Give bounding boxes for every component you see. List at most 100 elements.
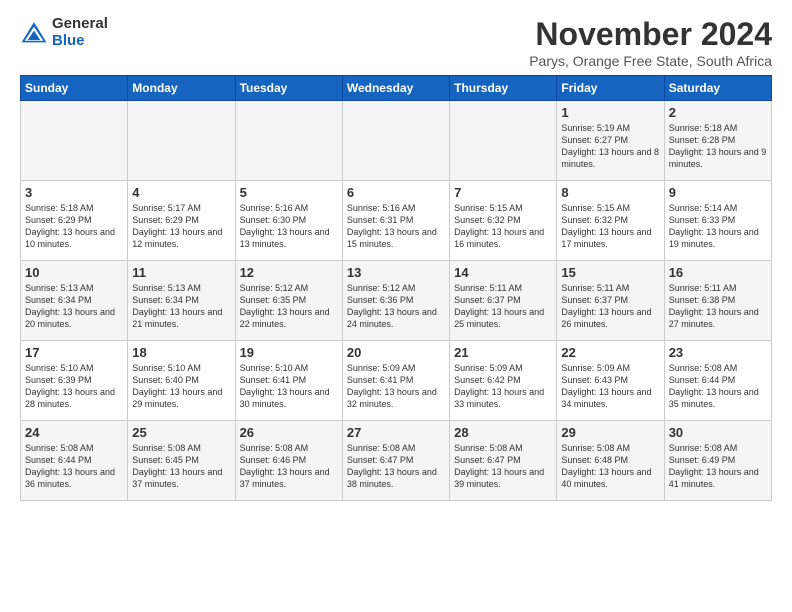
calendar-cell: 4 Sunrise: 5:17 AMSunset: 6:29 PMDaylight…	[128, 181, 235, 261]
day-info: Sunrise: 5:15 AMSunset: 6:32 PMDaylight:…	[561, 202, 659, 251]
calendar-week-row: 17 Sunrise: 5:10 AMSunset: 6:39 PMDayligh…	[21, 341, 772, 421]
day-info: Sunrise: 5:17 AMSunset: 6:29 PMDaylight:…	[132, 202, 230, 251]
day-info: Sunrise: 5:09 AMSunset: 6:42 PMDaylight:…	[454, 362, 552, 411]
day-number: 2	[669, 105, 767, 120]
calendar-cell: 14Sunrise: 5:11 AMSunset: 6:37 PMDayligh…	[450, 261, 557, 341]
calendar-week-row: 3Sunrise: 5:18 AMSunset: 6:29 PMDaylight…	[21, 181, 772, 261]
day-number: 6	[347, 185, 445, 200]
day-number: 7	[454, 185, 552, 200]
day-number: 19	[240, 345, 338, 360]
day-number: 9	[669, 185, 767, 200]
header-wednesday: Wednesday	[342, 76, 449, 101]
day-info: Sunrise: 5:12 AMSunset: 6:35 PMDaylight:…	[240, 282, 338, 331]
page: General Blue November 2024 Parys, Orange…	[0, 0, 792, 517]
day-number: 23	[669, 345, 767, 360]
logo-text: General Blue	[52, 16, 108, 49]
day-info: Sunrise: 5:08 AMSunset: 6:44 PMDaylight:…	[669, 362, 767, 411]
calendar-cell: 1Sunrise: 5:19 AMSunset: 6:27 PMDaylight…	[557, 101, 664, 181]
weekday-header-row: Sunday Monday Tuesday Wednesday Thursday…	[21, 76, 772, 101]
logo-general-text: General	[52, 16, 108, 33]
day-info: Sunrise: 5:09 AMSunset: 6:41 PMDaylight:…	[347, 362, 445, 411]
day-number: 21	[454, 345, 552, 360]
day-number: 27	[347, 425, 445, 440]
day-number: 13	[347, 265, 445, 280]
day-number: 8	[561, 185, 659, 200]
day-info: Sunrise: 5:13 AMSunset: 6:34 PMDaylight:…	[25, 282, 123, 331]
calendar-cell: 23 Sunrise: 5:08 AMSunset: 6:44 PMDayligh…	[664, 341, 771, 421]
day-info: Sunrise: 5:08 AMSunset: 6:44 PMDaylight:…	[25, 442, 123, 491]
calendar-cell: 9 Sunrise: 5:14 AMSunset: 6:33 PMDaylight…	[664, 181, 771, 261]
day-number: 26	[240, 425, 338, 440]
day-info: Sunrise: 5:18 AMSunset: 6:28 PMDaylight:…	[669, 122, 767, 171]
calendar-cell	[450, 101, 557, 181]
calendar-cell: 2 Sunrise: 5:18 AMSunset: 6:28 PMDaylight…	[664, 101, 771, 181]
day-info: Sunrise: 5:14 AMSunset: 6:33 PMDaylight:…	[669, 202, 767, 251]
calendar-cell: 12 Sunrise: 5:12 AMSunset: 6:35 PMDayligh…	[235, 261, 342, 341]
day-number: 12	[240, 265, 338, 280]
day-number: 10	[25, 265, 123, 280]
day-info: Sunrise: 5:11 AMSunset: 6:37 PMDaylight:…	[454, 282, 552, 331]
day-info: Sunrise: 5:15 AMSunset: 6:32 PMDaylight:…	[454, 202, 552, 251]
main-title: November 2024	[529, 16, 772, 53]
day-info: Sunrise: 5:16 AMSunset: 6:30 PMDaylight:…	[240, 202, 338, 251]
calendar-cell: 11 Sunrise: 5:13 AMSunset: 6:34 PMDayligh…	[128, 261, 235, 341]
calendar-cell: 29 Sunrise: 5:08 AMSunset: 6:48 PMDayligh…	[557, 421, 664, 501]
header-saturday: Saturday	[664, 76, 771, 101]
calendar-cell: 25Sunrise: 5:08 AMSunset: 6:45 PMDayligh…	[128, 421, 235, 501]
day-info: Sunrise: 5:12 AMSunset: 6:36 PMDaylight:…	[347, 282, 445, 331]
day-info: Sunrise: 5:18 AMSunset: 6:29 PMDaylight:…	[25, 202, 123, 251]
day-number: 18	[132, 345, 230, 360]
calendar-cell: 6Sunrise: 5:16 AMSunset: 6:31 PMDaylight…	[342, 181, 449, 261]
day-number: 15	[561, 265, 659, 280]
header-sunday: Sunday	[21, 76, 128, 101]
day-number: 16	[669, 265, 767, 280]
calendar-week-row: 10 Sunrise: 5:13 AMSunset: 6:34 PMDayligh…	[21, 261, 772, 341]
calendar-cell: 19 Sunrise: 5:10 AMSunset: 6:41 PMDayligh…	[235, 341, 342, 421]
calendar-week-row: 1Sunrise: 5:19 AMSunset: 6:27 PMDaylight…	[21, 101, 772, 181]
header: General Blue November 2024 Parys, Orange…	[20, 16, 772, 69]
calendar-cell	[342, 101, 449, 181]
day-number: 17	[25, 345, 123, 360]
calendar-cell: 3Sunrise: 5:18 AMSunset: 6:29 PMDaylight…	[21, 181, 128, 261]
calendar-cell: 27 Sunrise: 5:08 AMSunset: 6:47 PMDayligh…	[342, 421, 449, 501]
day-info: Sunrise: 5:08 AMSunset: 6:49 PMDaylight:…	[669, 442, 767, 491]
day-number: 20	[347, 345, 445, 360]
calendar-cell	[128, 101, 235, 181]
calendar-cell	[21, 101, 128, 181]
logo-blue-text: Blue	[52, 33, 108, 50]
calendar-cell: 13 Sunrise: 5:12 AMSunset: 6:36 PMDayligh…	[342, 261, 449, 341]
day-number: 5	[240, 185, 338, 200]
calendar-cell: 15Sunrise: 5:11 AMSunset: 6:37 PMDayligh…	[557, 261, 664, 341]
calendar-cell: 21 Sunrise: 5:09 AMSunset: 6:42 PMDayligh…	[450, 341, 557, 421]
calendar-table: Sunday Monday Tuesday Wednesday Thursday…	[20, 75, 772, 501]
day-info: Sunrise: 5:13 AMSunset: 6:34 PMDaylight:…	[132, 282, 230, 331]
title-block: November 2024 Parys, Orange Free State, …	[529, 16, 772, 69]
header-friday: Friday	[557, 76, 664, 101]
day-number: 28	[454, 425, 552, 440]
day-number: 29	[561, 425, 659, 440]
day-info: Sunrise: 5:09 AMSunset: 6:43 PMDaylight:…	[561, 362, 659, 411]
day-number: 22	[561, 345, 659, 360]
day-info: Sunrise: 5:08 AMSunset: 6:47 PMDaylight:…	[454, 442, 552, 491]
day-number: 1	[561, 105, 659, 120]
calendar-cell	[235, 101, 342, 181]
header-thursday: Thursday	[450, 76, 557, 101]
calendar-cell: 18Sunrise: 5:10 AMSunset: 6:40 PMDayligh…	[128, 341, 235, 421]
day-info: Sunrise: 5:11 AMSunset: 6:38 PMDaylight:…	[669, 282, 767, 331]
day-number: 11	[132, 265, 230, 280]
day-info: Sunrise: 5:10 AMSunset: 6:39 PMDaylight:…	[25, 362, 123, 411]
day-number: 24	[25, 425, 123, 440]
header-monday: Monday	[128, 76, 235, 101]
calendar-cell: 28 Sunrise: 5:08 AMSunset: 6:47 PMDayligh…	[450, 421, 557, 501]
calendar-cell: 30 Sunrise: 5:08 AMSunset: 6:49 PMDayligh…	[664, 421, 771, 501]
header-tuesday: Tuesday	[235, 76, 342, 101]
day-number: 4	[132, 185, 230, 200]
calendar-week-row: 24 Sunrise: 5:08 AMSunset: 6:44 PMDayligh…	[21, 421, 772, 501]
day-info: Sunrise: 5:10 AMSunset: 6:41 PMDaylight:…	[240, 362, 338, 411]
calendar-cell: 24 Sunrise: 5:08 AMSunset: 6:44 PMDayligh…	[21, 421, 128, 501]
logo-icon	[20, 19, 48, 47]
day-number: 30	[669, 425, 767, 440]
day-info: Sunrise: 5:08 AMSunset: 6:47 PMDaylight:…	[347, 442, 445, 491]
calendar-cell: 10 Sunrise: 5:13 AMSunset: 6:34 PMDayligh…	[21, 261, 128, 341]
day-info: Sunrise: 5:08 AMSunset: 6:48 PMDaylight:…	[561, 442, 659, 491]
